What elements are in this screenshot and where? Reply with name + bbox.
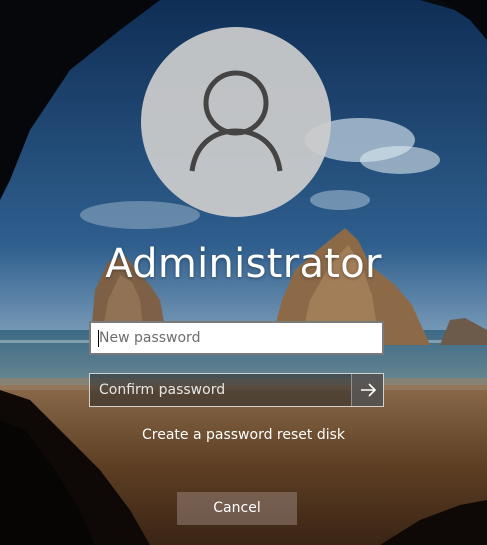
arrow-right-icon — [361, 383, 377, 397]
username-label: Administrator — [105, 241, 382, 287]
new-password-input[interactable] — [91, 323, 382, 353]
user-avatar — [141, 27, 331, 217]
submit-button[interactable] — [351, 374, 383, 406]
confirm-password-input[interactable] — [90, 374, 352, 406]
reset-disk-link[interactable]: Create a password reset disk — [0, 425, 487, 445]
confirm-password-field[interactable] — [89, 373, 384, 407]
text-caret — [98, 330, 99, 347]
lock-screen: Administrator Create a password reset di… — [0, 0, 487, 545]
cancel-button[interactable]: Cancel — [177, 492, 297, 525]
user-icon — [189, 70, 283, 172]
new-password-field[interactable] — [89, 321, 384, 355]
